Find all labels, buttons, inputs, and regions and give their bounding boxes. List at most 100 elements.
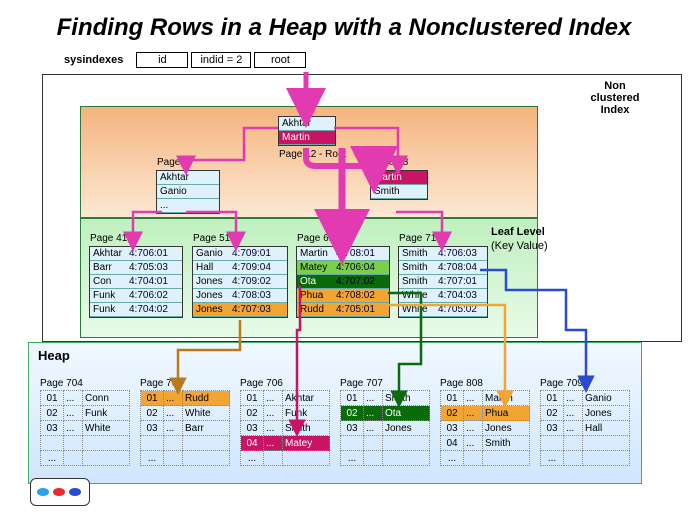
heap-table: 01...Akhtar02...Funk03...Smith04...Matey… <box>240 390 330 466</box>
index-row: Smith <box>371 185 427 199</box>
index-row: Con4:704:01 <box>90 275 182 289</box>
heap-page: Page 70401...Conn02...Funk03...White... <box>40 378 130 466</box>
index-row: Matey4:706:04 <box>297 261 389 275</box>
leaf-node: Page 71Smith4:706:03Smith4:708:04Smith4:… <box>398 246 488 318</box>
index-row: Jones4:708:03 <box>193 289 287 303</box>
page-label: Page 705 <box>140 378 230 389</box>
index-row: Rudd4:705:01 <box>297 303 389 317</box>
heap-row: 02...Ota <box>341 406 430 421</box>
label-leaflevel: Leaf Level <box>491 226 545 238</box>
index-row: Martin <box>371 171 427 185</box>
label-keyvalue: (Key Value) <box>491 240 548 252</box>
index-row: Funk4:706:02 <box>90 289 182 303</box>
index-row: Martin4:708:01 <box>297 247 389 261</box>
heap-label: Heap <box>38 348 70 363</box>
heap-row: 01...Martin <box>441 391 530 406</box>
heap-row: ... <box>541 451 630 466</box>
index-row: Smith4:707:01 <box>399 275 487 289</box>
heap-row: 03...Barr <box>141 421 230 436</box>
heap-row: 01...Rudd <box>141 391 230 406</box>
heap-row: 03...Hall <box>541 421 630 436</box>
index-row: White4:704:03 <box>399 289 487 303</box>
sysindexes-row: sysindexes id indid = 2 root <box>64 52 306 68</box>
heap-row: 02...White <box>141 406 230 421</box>
heap-table: 01...Rudd02...White03...Barr... <box>140 390 230 466</box>
heap-row: 04...Smith <box>441 436 530 451</box>
page-label: Page 41 <box>90 233 127 244</box>
heap-row: 03...Jones <box>441 421 530 436</box>
heap-row: 04...Matey <box>241 436 330 451</box>
heap-row: ... <box>41 451 130 466</box>
heap-page: Page 70701...Smith02...Ota03...Jones... <box>340 378 430 466</box>
sysindexes-root: root <box>254 52 306 68</box>
index-row: Ganio <box>157 185 219 199</box>
heap-row: 02...Phua <box>441 406 530 421</box>
leaf-node: Page 41Akhtar4:706:01Barr4:705:03Con4:70… <box>89 246 183 318</box>
nonleaf-node: Page 28MartinSmith <box>370 170 428 200</box>
index-row: Barr4:705:03 <box>90 261 182 275</box>
page-label: Page 709 <box>540 378 630 389</box>
heap-table: 01...Martin02...Phua03...Jones04...Smith… <box>440 390 530 466</box>
index-row: Martin <box>279 131 335 145</box>
index-row: Ota4:707:02 <box>297 275 389 289</box>
page-label: Page 61 <box>297 233 334 244</box>
heap-row <box>141 436 230 451</box>
page-label: Page 704 <box>40 378 130 389</box>
heap-row: ... <box>241 451 330 466</box>
leaf-node: Page 51Ganio4:709:01Hall4:709:04Jones4:7… <box>192 246 288 318</box>
sysindexes-indid: indid = 2 <box>191 52 251 68</box>
heap-row: 01...Ganio <box>541 391 630 406</box>
leaf-node: Page 61Martin4:708:01Matey4:706:04Ota4:7… <box>296 246 390 318</box>
heap-page: Page 70901...Ganio02...Jones03...Hall... <box>540 378 630 466</box>
sysindexes-id: id <box>136 52 188 68</box>
heap-row: 01...Akhtar <box>241 391 330 406</box>
index-row: White4:705:02 <box>399 303 487 317</box>
heap-row: 03...Jones <box>341 421 430 436</box>
heap-row <box>541 436 630 451</box>
page-label: Page 28 <box>371 157 408 168</box>
index-row: Ganio4:709:01 <box>193 247 287 261</box>
index-row: Jones4:709:02 <box>193 275 287 289</box>
page-label: Page 707 <box>340 378 430 389</box>
heap-row: 02...Jones <box>541 406 630 421</box>
index-row: Smith4:708:04 <box>399 261 487 275</box>
heap-table: 01...Smith02...Ota03...Jones... <box>340 390 430 466</box>
label-nonclustered-index: Non clustered Index <box>550 80 680 116</box>
heap-table: 01...Conn02...Funk03...White... <box>40 390 130 466</box>
heap-row: ... <box>441 451 530 466</box>
index-row: Akhtar <box>157 171 219 185</box>
page-label: Page 71 <box>399 233 436 244</box>
heap-row: 01...Conn <box>41 391 130 406</box>
heap-row: ... <box>141 451 230 466</box>
heap-table: 01...Ganio02...Jones03...Hall... <box>540 390 630 466</box>
heap-row: 01...Smith <box>341 391 430 406</box>
index-row: Akhtar4:706:01 <box>90 247 182 261</box>
index-root-node: AkhtarMartin Page 12 - Root <box>278 116 336 146</box>
heap-page: Page 80801...Martin02...Phua03...Jones04… <box>440 378 530 466</box>
heap-page: Page 70501...Rudd02...White03...Barr... <box>140 378 230 466</box>
index-row: Jones4:707:03 <box>193 303 287 317</box>
legend-icon <box>30 478 90 506</box>
page-label: Page 706 <box>240 378 330 389</box>
index-row: Akhtar <box>279 117 335 131</box>
page-title: Finding Rows in a Heap with a Noncluster… <box>0 14 688 42</box>
heap-row: 02...Funk <box>41 406 130 421</box>
page-label: Page 37 <box>157 157 194 168</box>
index-row: Hall4:709:04 <box>193 261 287 275</box>
root-page-label: Page 12 - Root <box>279 149 346 160</box>
index-row: Smith4:706:03 <box>399 247 487 261</box>
heap-row <box>341 436 430 451</box>
heap-row <box>41 436 130 451</box>
heap-row: ... <box>341 451 430 466</box>
nonleaf-node: Page 37AkhtarGanio... <box>156 170 220 214</box>
heap-row: 03...White <box>41 421 130 436</box>
index-row: Phua4:708:02 <box>297 289 389 303</box>
heap-page: Page 70601...Akhtar02...Funk03...Smith04… <box>240 378 330 466</box>
index-row: Funk4:704:02 <box>90 303 182 317</box>
index-row: ... <box>157 199 219 213</box>
sysindexes-label: sysindexes <box>64 54 123 66</box>
heap-row: 02...Funk <box>241 406 330 421</box>
page-label: Page 808 <box>440 378 530 389</box>
page-label: Page 51 <box>193 233 230 244</box>
heap-row: 03...Smith <box>241 421 330 436</box>
